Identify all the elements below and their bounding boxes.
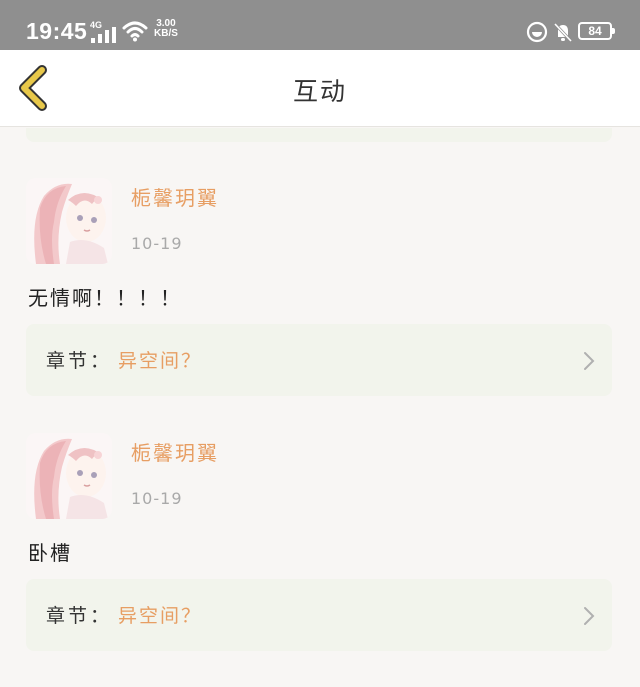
page-title: 互动 xyxy=(292,77,347,106)
chapter-name: 异空间？ xyxy=(118,605,203,627)
username[interactable]: 栀馨玥翼 xyxy=(131,437,219,466)
avatar[interactable] xyxy=(26,433,112,519)
comment-item: 栀馨玥翼 10-19 卧槽 章节： 异空间？ xyxy=(0,433,640,673)
comment-text: 卧槽 xyxy=(28,541,72,565)
anime-girl-avatar-image xyxy=(26,433,112,519)
signal-icon xyxy=(91,27,116,43)
chapter-name: 异空间？ xyxy=(118,350,203,372)
chapter-label: 章节： xyxy=(46,350,113,372)
previous-chapter-card[interactable] xyxy=(26,128,612,142)
comment-text: 无情啊！！！！ xyxy=(28,286,182,310)
battery-icon: 84 xyxy=(578,22,615,40)
status-time: 19:45 xyxy=(26,18,88,44)
header-bar: 互动 xyxy=(0,50,640,127)
chevron-right-icon xyxy=(584,352,595,370)
comment-date: 10-19 xyxy=(131,489,183,508)
anime-girl-avatar-image xyxy=(26,178,112,264)
chapter-link[interactable]: 章节： 异空间？ xyxy=(26,324,612,396)
chapter-label: 章节： xyxy=(46,605,113,627)
comment-list[interactable]: 栀馨玥翼 10-19 无情啊！！！！ 章节： 异空间？ 栀馨玥翼 10-19 卧… xyxy=(0,128,640,687)
comment-date: 10-19 xyxy=(131,234,183,253)
mute-bell-icon xyxy=(553,22,573,43)
avatar[interactable] xyxy=(26,178,112,264)
speed-unit: KB/S xyxy=(154,28,178,39)
chevron-right-icon xyxy=(584,607,595,625)
username[interactable]: 栀馨玥翼 xyxy=(131,182,219,211)
wifi-icon xyxy=(122,21,148,42)
focus-mode-icon xyxy=(526,21,548,43)
network-speed: 3.00 KB/S xyxy=(154,19,178,39)
chapter-link[interactable]: 章节： 异空间？ xyxy=(26,579,612,651)
comment-item: 栀馨玥翼 10-19 无情啊！！！！ 章节： 异空间？ xyxy=(0,178,640,418)
